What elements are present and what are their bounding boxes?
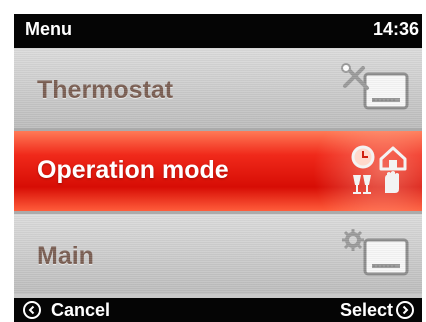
- menu-item-main[interactable]: Main: [14, 214, 422, 294]
- menu-item-label: Operation mode: [37, 156, 229, 184]
- select-button[interactable]: Select: [340, 298, 414, 322]
- cancel-label: Cancel: [51, 299, 111, 320]
- operation-mode-icon: [341, 145, 411, 197]
- clock: 14:36: [372, 19, 419, 39]
- chevron-left-icon: [23, 301, 41, 319]
- menu-item-operation-mode[interactable]: Operation mode: [14, 131, 422, 211]
- main-settings-icon: [341, 228, 411, 280]
- chevron-right-icon: [396, 301, 414, 319]
- thermostat-tools-icon: [341, 62, 411, 114]
- menu-item-label: Thermostat: [37, 76, 174, 104]
- menu-title: Menu: [25, 19, 72, 39]
- softkey-bar: Cancel Select: [14, 298, 422, 322]
- select-label: Select: [339, 299, 393, 320]
- cancel-button[interactable]: Cancel: [23, 298, 110, 322]
- menu-item-label: Main: [37, 242, 94, 270]
- device-screen: Menu 14:36 Thermostat Operation mode Mai…: [14, 14, 422, 322]
- menu-item-thermostat[interactable]: Thermostat: [14, 48, 422, 128]
- status-bar: Menu 14:36: [14, 14, 422, 48]
